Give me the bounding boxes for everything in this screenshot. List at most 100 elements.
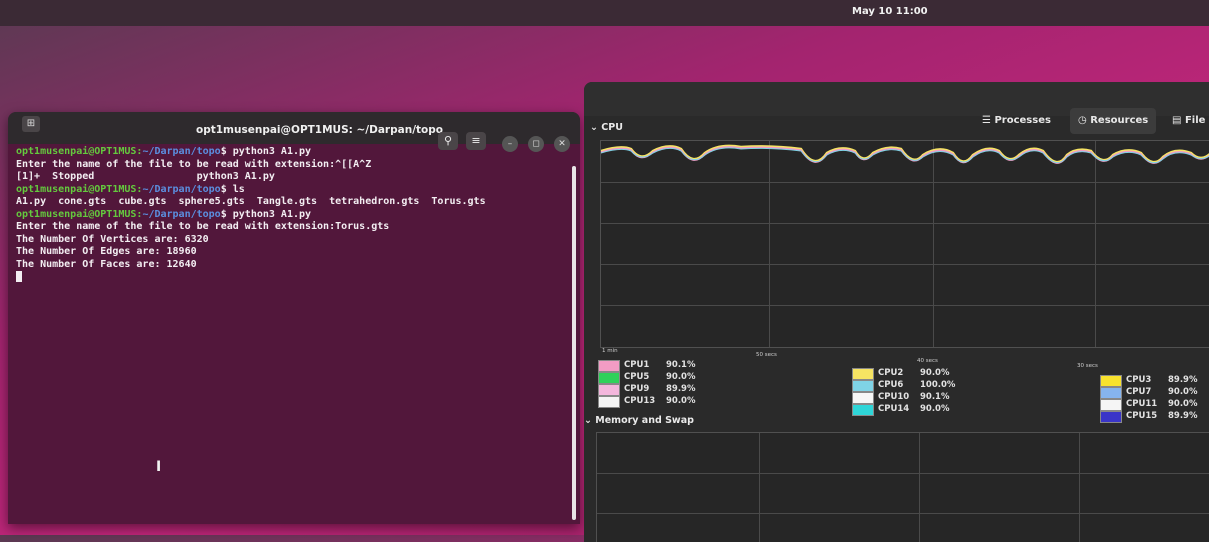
line-text: $ python3 A1.py xyxy=(220,208,312,220)
legend-cpu-name: CPU5 xyxy=(624,372,650,382)
terminal-line: [1]+ Stopped python3 A1.py xyxy=(16,171,566,184)
gauge-icon: ◷ xyxy=(1078,115,1091,126)
line-text: [1]+ Stopped python3 A1.py xyxy=(16,171,275,182)
prompt-user: opt1musenpai@OPT1MUS: xyxy=(16,146,143,157)
terminal-output[interactable]: opt1musenpai@OPT1MUS:~/Darpan/topo$ pyth… xyxy=(16,146,566,284)
new-tab-icon[interactable]: ⊞ xyxy=(22,116,40,132)
legend-item-cpu2[interactable]: CPU2 90.0% xyxy=(852,368,962,380)
terminal-line: Enter the name of the file to be read wi… xyxy=(16,159,566,172)
chevron-down-icon: ⌄ xyxy=(590,122,602,133)
legend-item-cpu9[interactable]: CPU9 89.9% xyxy=(598,384,708,396)
terminal-line: The Number Of Edges are: 18960 xyxy=(16,246,566,259)
text-cursor-icon: I xyxy=(156,459,162,475)
terminal-window[interactable]: ⊞ opt1musenpai@OPT1MUS: ~/Darpan/topo ⚲ … xyxy=(8,112,580,524)
terminal-line: A1.py cone.gts cube.gts sphere5.gts Tang… xyxy=(16,196,566,209)
system-monitor-window[interactable]: ☰ Processes ◷ Resources ▤ File ⌄ CPU 1 m… xyxy=(584,82,1209,542)
legend-cpu-value: 100.0% xyxy=(920,380,956,390)
time-tick-3: 40 secs xyxy=(917,358,938,364)
legend-cpu-value: 90.0% xyxy=(666,372,696,382)
legend-item-cpu14[interactable]: CPU14 90.0% xyxy=(852,404,962,416)
legend-cpu-value: 90.1% xyxy=(920,392,950,402)
legend-cpu-name: CPU13 xyxy=(624,396,656,406)
prompt-path: ~/Darpan/topo xyxy=(142,146,221,157)
legend-cpu-name: CPU11 xyxy=(1126,399,1158,409)
prompt-user: opt1musenpai@OPT1MUS: xyxy=(16,208,143,220)
legend-item-cpu1[interactable]: CPU1 90.1% xyxy=(598,360,708,372)
memory-history-graph xyxy=(596,432,1209,542)
color-swatch[interactable] xyxy=(852,404,874,416)
legend-item-cpu11[interactable]: CPU11 90.0% xyxy=(1100,399,1209,411)
legend-cpu-value: 90.0% xyxy=(920,368,950,378)
terminal-line: opt1musenpai@OPT1MUS:~/Darpan/topo$ pyth… xyxy=(16,146,566,159)
tab-file-systems[interactable]: ▤ File xyxy=(1172,108,1205,134)
color-swatch[interactable] xyxy=(598,384,620,396)
terminal-title: opt1musenpai@OPT1MUS: ~/Darpan/topo xyxy=(196,124,443,136)
legend-cpu-value: 89.9% xyxy=(666,384,696,394)
prompt-user: opt1musenpai@OPT1MUS: xyxy=(16,183,143,195)
clock[interactable]: May 10 11:00 xyxy=(852,6,928,17)
legend-cpu-name: CPU10 xyxy=(878,392,910,402)
color-swatch[interactable] xyxy=(1100,411,1122,423)
legend-item-cpu7[interactable]: CPU7 90.0% xyxy=(1100,387,1209,399)
tab-processes[interactable]: ☰ Processes xyxy=(982,108,1051,134)
legend-cpu-value: 90.0% xyxy=(1168,399,1198,409)
cpu-section-header[interactable]: ⌄ CPU xyxy=(590,122,623,133)
disk-icon: ▤ xyxy=(1172,115,1185,126)
color-swatch[interactable] xyxy=(852,380,874,392)
line-text: Enter the name of the file to be read wi… xyxy=(16,221,390,232)
legend-item-cpu13[interactable]: CPU13 90.0% xyxy=(598,396,708,408)
terminal-line: The Number Of Faces are: 12640 xyxy=(16,259,566,272)
legend-cpu-value: 90.1% xyxy=(666,360,696,370)
legend-cpu-name: CPU9 xyxy=(624,384,650,394)
legend-cpu-name: CPU14 xyxy=(878,404,910,414)
memory-section-header[interactable]: ⌄ Memory and Swap xyxy=(584,415,694,426)
legend-item-cpu6[interactable]: CPU6 100.0% xyxy=(852,380,962,392)
legend-cpu-value: 90.0% xyxy=(1168,387,1198,397)
list-icon: ☰ xyxy=(982,115,995,126)
color-swatch[interactable] xyxy=(598,360,620,372)
legend-cpu-name: CPU15 xyxy=(1126,411,1158,421)
color-swatch[interactable] xyxy=(1100,387,1122,399)
terminal-header-bar: ⊞ opt1musenpai@OPT1MUS: ~/Darpan/topo ⚲ … xyxy=(8,112,580,152)
legend-cpu-name: CPU1 xyxy=(624,360,650,370)
time-tick-4: 30 secs xyxy=(1077,363,1098,369)
line-text: Enter the name of the file to be read wi… xyxy=(16,158,372,170)
legend-cpu-name: CPU2 xyxy=(878,368,904,378)
terminal-line: Enter the name of the file to be read wi… xyxy=(16,221,566,234)
time-tick-1: 1 min xyxy=(602,348,618,354)
legend-item-cpu3[interactable]: CPU3 89.9% xyxy=(1100,375,1209,387)
terminal-line: opt1musenpai@OPT1MUS:~/Darpan/topo$ pyth… xyxy=(16,209,566,222)
top-bar: May 10 11:00 xyxy=(0,0,1209,26)
cpu-usage-lines xyxy=(601,144,1209,164)
tab-resources[interactable]: ◷ Resources xyxy=(1070,108,1157,134)
line-text: The Number Of Edges are: 18960 xyxy=(16,246,197,257)
legend-cpu-name: CPU6 xyxy=(878,380,904,390)
legend-item-cpu5[interactable]: CPU5 90.0% xyxy=(598,372,708,384)
color-swatch[interactable] xyxy=(598,396,620,408)
color-swatch[interactable] xyxy=(598,372,620,384)
color-swatch[interactable] xyxy=(852,368,874,380)
legend-cpu-value: 90.0% xyxy=(666,396,696,406)
legend-item-cpu15[interactable]: CPU15 89.9% xyxy=(1100,411,1209,423)
line-text: $ ls xyxy=(220,183,245,195)
line-text: The Number Of Vertices are: 6320 xyxy=(16,233,209,245)
prompt-path: ~/Darpan/topo xyxy=(142,183,221,195)
terminal-line: opt1musenpai@OPT1MUS:~/Darpan/topo$ ls xyxy=(16,184,566,197)
color-swatch[interactable] xyxy=(852,392,874,404)
legend-item-cpu10[interactable]: CPU10 90.1% xyxy=(852,392,962,404)
cpu-history-graph xyxy=(600,140,1209,348)
legend-cpu-value: 90.0% xyxy=(920,404,950,414)
legend-cpu-name: CPU3 xyxy=(1126,375,1152,385)
color-swatch[interactable] xyxy=(1100,375,1122,387)
line-text: The Number Of Faces are: 12640 xyxy=(16,258,197,270)
prompt-path: ~/Darpan/topo xyxy=(142,208,221,220)
chevron-down-icon: ⌄ xyxy=(584,415,596,426)
color-swatch[interactable] xyxy=(1100,399,1122,411)
legend-cpu-value: 89.9% xyxy=(1168,411,1198,421)
line-text: $ python3 A1.py xyxy=(220,146,312,157)
time-tick-2: 50 secs xyxy=(756,352,777,358)
legend-cpu-value: 89.9% xyxy=(1168,375,1198,385)
terminal-cursor xyxy=(16,271,22,282)
terminal-scrollbar[interactable] xyxy=(572,166,576,520)
line-text: A1.py cone.gts cube.gts sphere5.gts Tang… xyxy=(16,196,486,207)
